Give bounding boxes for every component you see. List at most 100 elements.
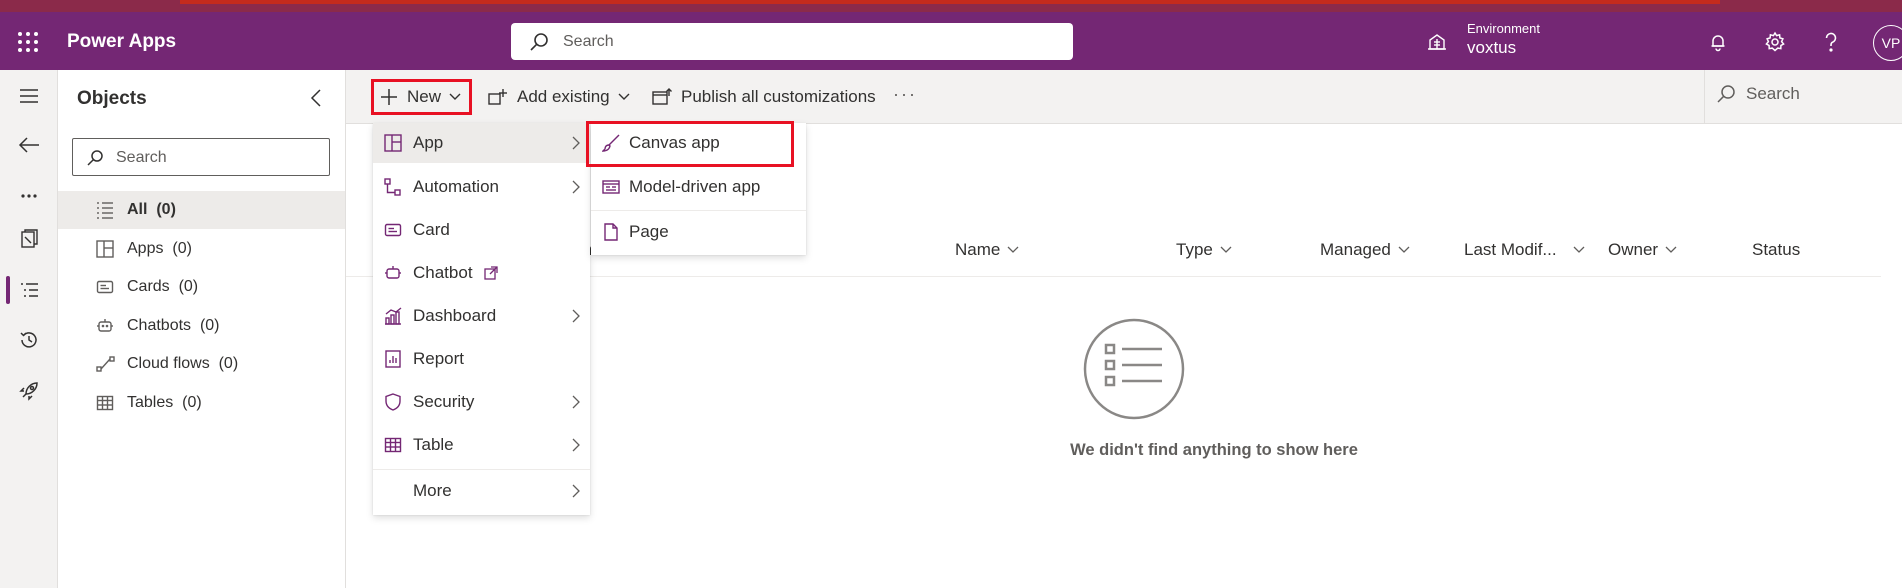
- waffle-icon[interactable]: [16, 30, 40, 54]
- menu-item-dashboard[interactable]: Dashboard: [373, 296, 590, 336]
- objects-item-label: Cards: [127, 278, 170, 295]
- objects-item-label: All: [127, 201, 148, 218]
- objects-item-cloud-flows[interactable]: Cloud flows (0): [58, 345, 345, 383]
- app-title[interactable]: Power Apps: [67, 31, 176, 53]
- card-icon: [96, 278, 114, 296]
- history-clock-icon[interactable]: [17, 328, 41, 352]
- rail-active-indicator: [6, 276, 10, 304]
- app-grid-icon: [384, 134, 402, 152]
- chevron-right-icon: [572, 484, 580, 498]
- chevron-right-icon: [572, 395, 580, 409]
- environment-name[interactable]: voxtus: [1467, 38, 1516, 58]
- search-icon: [86, 149, 104, 167]
- user-avatar[interactable]: VP: [1873, 25, 1902, 61]
- more-ellipsis-icon[interactable]: [17, 184, 41, 208]
- list-search-button[interactable]: Search: [1716, 84, 1800, 104]
- objects-item-all[interactable]: All (0): [58, 191, 345, 229]
- left-rail: [0, 70, 58, 588]
- menu-item-page[interactable]: Page: [591, 212, 806, 252]
- menu-item-security[interactable]: Security: [373, 382, 590, 422]
- menu-item-card[interactable]: Card: [373, 210, 590, 250]
- chevron-down-icon: [449, 93, 461, 101]
- column-header-label: Name: [955, 240, 1001, 259]
- menu-item-label: Chatbot: [413, 263, 473, 282]
- top-accent-strip: [0, 0, 1902, 12]
- objects-list-icon[interactable]: [17, 278, 41, 302]
- environment-icon[interactable]: [1426, 31, 1448, 53]
- column-header-managed[interactable]: Managed: [1320, 240, 1410, 260]
- environment-label: Environment: [1467, 21, 1540, 36]
- menu-item-label: Automation: [413, 177, 499, 196]
- objects-item-cards[interactable]: Cards (0): [58, 268, 345, 306]
- dashboard-icon: [384, 307, 402, 325]
- objects-item-tables[interactable]: Tables (0): [58, 384, 345, 422]
- menu-item-label: Table: [413, 435, 454, 454]
- column-header-label: Managed: [1320, 240, 1391, 259]
- column-header-name[interactable]: Name: [955, 240, 1019, 260]
- chevron-right-icon: [572, 180, 580, 194]
- global-search-box[interactable]: Search: [511, 23, 1073, 60]
- collapse-chevron-left-icon[interactable]: [310, 88, 322, 108]
- menu-item-more[interactable]: More: [373, 471, 590, 511]
- chevron-right-icon: [572, 136, 580, 150]
- notifications-bell-icon[interactable]: [1705, 29, 1731, 55]
- menu-item-label: Security: [413, 392, 475, 411]
- chatbot-icon: [96, 317, 114, 335]
- external-link-icon: [484, 266, 498, 280]
- list-search-label: Search: [1746, 84, 1800, 103]
- menu-item-app[interactable]: App: [373, 123, 590, 163]
- objects-item-chatbots[interactable]: Chatbots (0): [58, 307, 345, 345]
- column-header-status[interactable]: Status: [1752, 240, 1800, 260]
- chatbot-icon: [384, 264, 402, 282]
- menu-item-report[interactable]: Report: [373, 339, 590, 379]
- column-header-last-modified[interactable]: Last Modif...: [1464, 240, 1585, 260]
- more-commands-ellipsis[interactable]: ···: [893, 84, 917, 105]
- menu-item-automation[interactable]: Automation: [373, 167, 590, 207]
- new-flyout-menu: App Automation Card Chatbot Dashboard Re…: [373, 123, 590, 515]
- chevron-down-icon: [1220, 246, 1232, 254]
- help-question-icon[interactable]: [1818, 29, 1844, 55]
- hamburger-menu-icon[interactable]: [17, 84, 41, 108]
- column-header-owner[interactable]: Owner: [1608, 240, 1677, 260]
- deployment-rocket-icon[interactable]: [17, 379, 41, 403]
- settings-gear-icon[interactable]: [1762, 29, 1788, 55]
- empty-list-icon: [1082, 317, 1186, 421]
- objects-item-count: (0): [156, 201, 176, 218]
- new-button-label: New: [407, 87, 442, 106]
- menu-item-chatbot[interactable]: Chatbot: [373, 253, 590, 293]
- new-button[interactable]: New: [371, 79, 472, 115]
- list-icon: [96, 201, 114, 219]
- menu-item-canvas-app[interactable]: Canvas app: [586, 121, 794, 167]
- objects-search-placeholder: Search: [116, 149, 167, 166]
- add-existing-button[interactable]: Add existing: [488, 81, 630, 113]
- objects-item-apps[interactable]: Apps (0): [58, 230, 345, 268]
- objects-item-count: (0): [182, 394, 202, 411]
- chevron-down-icon: [1573, 246, 1585, 254]
- chevron-down-icon: [1665, 246, 1677, 254]
- menu-item-label: Card: [413, 220, 450, 239]
- column-header-label: Owner: [1608, 240, 1659, 259]
- objects-item-label: Tables: [127, 394, 174, 411]
- report-icon: [384, 350, 402, 368]
- menu-item-label: Report: [413, 349, 465, 368]
- menu-item-label: Dashboard: [413, 306, 497, 325]
- objects-item-label: Cloud flows: [127, 355, 210, 372]
- menu-item-model-driven-app[interactable]: Model-driven app: [591, 167, 806, 207]
- back-arrow-icon[interactable]: [17, 133, 41, 157]
- objects-search-input[interactable]: Search: [72, 138, 330, 176]
- table-icon: [96, 394, 114, 412]
- overview-book-icon[interactable]: [17, 227, 41, 251]
- objects-item-count: (0): [218, 355, 239, 372]
- menu-item-table[interactable]: Table: [373, 425, 590, 465]
- column-header-label: Type: [1176, 240, 1213, 259]
- add-existing-label: Add existing: [517, 87, 610, 106]
- menu-item-label: App: [413, 133, 444, 152]
- page-icon: [602, 223, 620, 241]
- objects-panel: Objects Search All (0) Apps (0) Cards (0…: [58, 70, 346, 588]
- column-header-label: Last Modif...: [1464, 240, 1557, 259]
- menu-item-label: More: [413, 481, 452, 500]
- chevron-down-icon: [618, 93, 630, 101]
- column-header-type[interactable]: Type: [1176, 240, 1232, 260]
- objects-item-label: Apps: [127, 240, 164, 257]
- publish-all-button[interactable]: Publish all customizations: [652, 81, 876, 113]
